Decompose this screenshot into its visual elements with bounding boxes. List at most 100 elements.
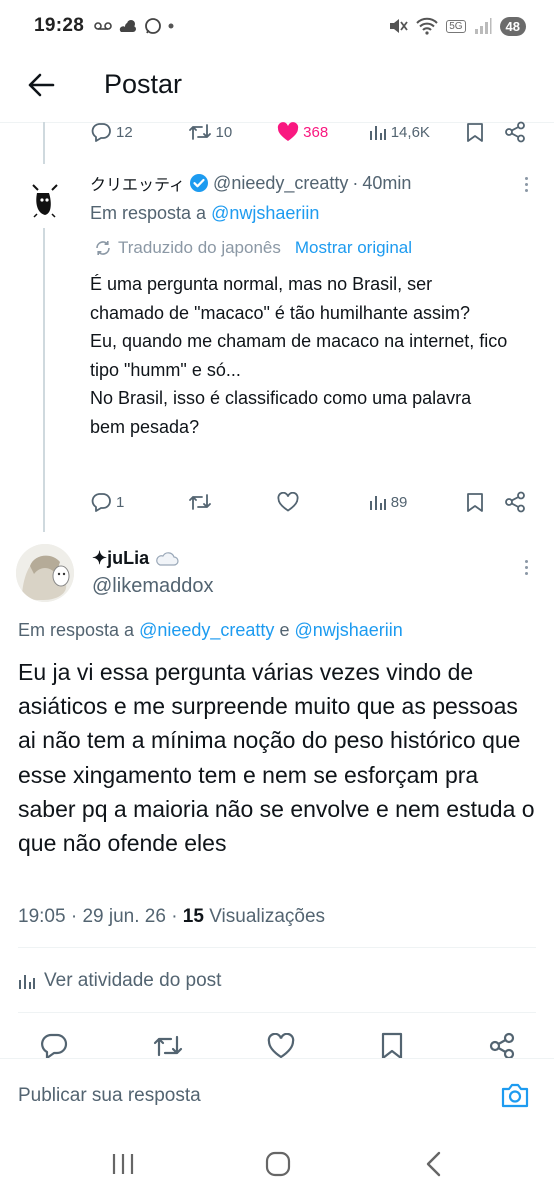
status-time: 19:28 (34, 15, 85, 36)
views-label: Visualizações (209, 906, 326, 927)
more-icon (524, 177, 528, 180)
reply-mention-1[interactable]: @nieedy_creatty (139, 620, 274, 640)
handle[interactable]: @nieedy_creatty (213, 173, 348, 194)
handle[interactable]: @likemaddox (92, 575, 213, 598)
back-arrow-icon (28, 73, 55, 97)
timestamp[interactable]: 40min (362, 173, 411, 194)
bookmark-icon[interactable] (380, 1032, 404, 1060)
status-right-icons: 5G 48 (388, 16, 526, 36)
whatsapp-icon (145, 18, 162, 34)
bookmark-button[interactable] (466, 492, 504, 512)
thread-line-top (43, 122, 45, 164)
main-tweet-actions (40, 1032, 516, 1060)
mute-icon (390, 19, 408, 33)
share-button[interactable] (504, 121, 528, 143)
divider (18, 1012, 536, 1013)
repost-icon (188, 124, 211, 140)
camera-icon (501, 1083, 529, 1108)
reply-button[interactable]: 1 (90, 492, 188, 512)
cloud-icon (156, 551, 179, 566)
reply-context: Em resposta a @nwjshaeriin (90, 203, 319, 224)
display-name[interactable]: ✦juLia (92, 548, 179, 569)
bookmark-button[interactable] (466, 122, 504, 142)
views-icon (19, 975, 35, 989)
reply-tweet-actions: 1 89 (90, 488, 528, 516)
show-original-link[interactable]: Mostrar original (295, 238, 412, 258)
recent-apps-icon (112, 1154, 134, 1174)
thread-line-bottom (43, 228, 45, 532)
avatar-image (16, 544, 74, 602)
divider (18, 947, 536, 948)
reply-button[interactable]: 12 (90, 122, 188, 142)
display-name-text: ✦juLia (92, 548, 150, 568)
reply-icon (91, 123, 111, 142)
repost-count: 10 (215, 123, 233, 141)
share-button[interactable] (504, 491, 528, 513)
home-icon (265, 1151, 291, 1177)
activity-label: Ver atividade do post (44, 970, 222, 991)
recent-apps-button[interactable] (110, 1152, 136, 1176)
repost-button[interactable]: 10 (188, 122, 278, 142)
voicemail-icon (94, 22, 112, 30)
reply-joiner: e (279, 620, 290, 640)
post-activity-link[interactable]: Ver atividade do post (18, 970, 221, 992)
reply-composer: Publicar sua resposta (0, 1058, 554, 1128)
bookmark-icon (467, 493, 484, 512)
main-tweet-text: Eu ja vi essa pergunta várias vezes vind… (18, 659, 535, 857)
like-button[interactable]: 368 (277, 122, 369, 142)
heart-icon (277, 122, 299, 141)
views-icon (369, 496, 386, 510)
camera-button[interactable] (500, 1081, 530, 1109)
reply-tweet-header: クリエッティ @nieedy_creatty · 40min (90, 171, 411, 195)
views-button[interactable]: 14,6K (369, 123, 467, 141)
views-icon (369, 126, 386, 140)
system-back-button[interactable] (424, 1150, 442, 1178)
heart-outline-icon (277, 492, 299, 512)
signal-icon (474, 18, 492, 34)
share-icon[interactable] (488, 1032, 516, 1060)
tweet-date[interactable]: 29 jun. 26 (82, 906, 165, 927)
reply-input[interactable]: Publicar sua resposta (18, 1085, 201, 1107)
page-title: Postar (104, 69, 183, 99)
weather-icon (119, 20, 137, 32)
more-icon (524, 560, 528, 563)
reply-prefix: Em resposta a (18, 620, 135, 640)
repost-icon[interactable] (153, 1033, 183, 1059)
home-button[interactable] (264, 1150, 292, 1178)
tweet-metadata: 19:05 · 29 jun. 26 · 15 Visualizações (18, 906, 326, 927)
network-type: 5G (446, 19, 466, 33)
tweet-time[interactable]: 19:05 (18, 906, 66, 927)
reply-count: 12 (116, 123, 133, 141)
heart-outline-icon[interactable] (267, 1033, 295, 1059)
back-button[interactable] (26, 70, 56, 100)
repost-button[interactable] (188, 492, 278, 512)
share-icon (505, 491, 525, 513)
views-count: 15 (182, 906, 204, 927)
nav-back-icon (426, 1151, 441, 1177)
reply-mention[interactable]: @nwjshaeriin (211, 203, 319, 223)
views-count: 14,6K (390, 123, 430, 141)
translation-bar: Traduzido do japonês Mostrar original (94, 238, 412, 258)
reply-context: Em resposta a @nieedy_creatty e @nwjshae… (18, 620, 403, 641)
avatar[interactable] (25, 173, 65, 221)
avatar[interactable] (16, 544, 74, 602)
more-button[interactable] (524, 177, 528, 192)
views-button[interactable]: 89 (369, 493, 467, 511)
status-notification-icons (94, 17, 174, 35)
bookmark-icon (467, 123, 484, 142)
reply-icon[interactable] (40, 1033, 68, 1059)
like-button[interactable] (277, 492, 369, 512)
display-name[interactable]: クリエッティ (90, 171, 185, 195)
more-button[interactable] (524, 560, 528, 575)
status-bar: 19:28 5G 48 (0, 0, 554, 52)
like-count: 368 (303, 123, 329, 141)
views-count: 89 (390, 493, 408, 511)
battery-indicator: 48 (499, 16, 526, 36)
reply-tweet-text: É uma pergunta normal, mas no Brasil, se… (90, 274, 508, 437)
reply-count: 1 (116, 493, 125, 511)
reply-mention-2[interactable]: @nwjshaeriin (294, 620, 402, 640)
header: Postar (0, 52, 554, 122)
dot-icon (168, 23, 174, 29)
system-navigation-bar (0, 1128, 554, 1200)
translate-icon (96, 241, 110, 255)
